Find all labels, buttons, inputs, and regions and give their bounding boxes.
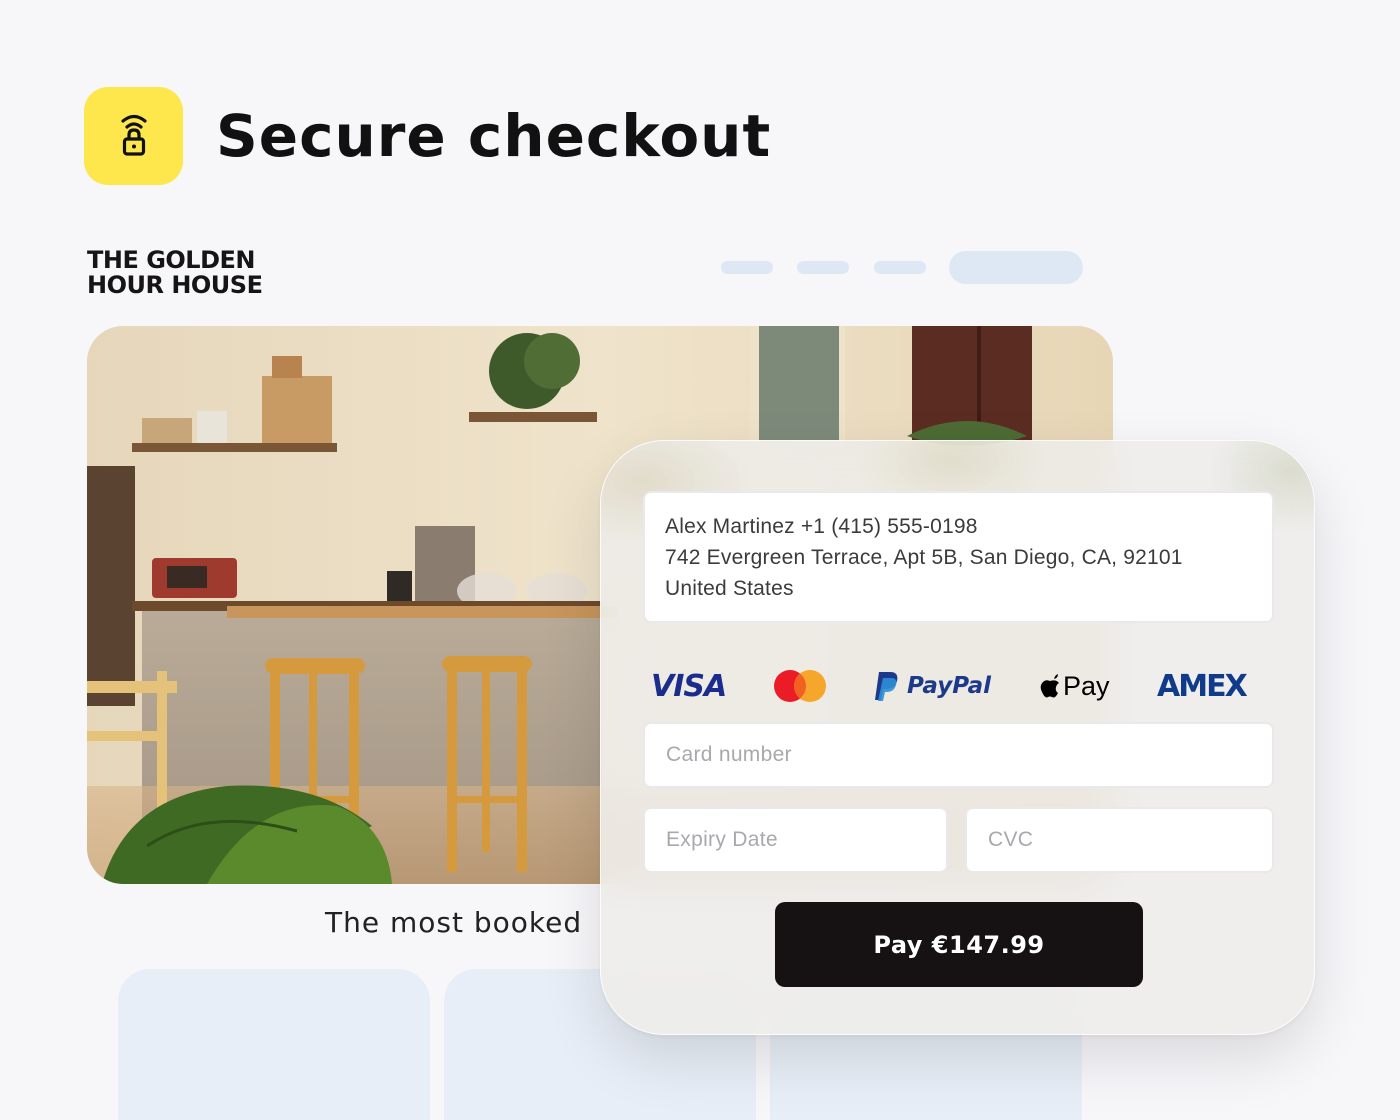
mastercard-logo[interactable] <box>771 666 829 706</box>
nav-placeholder-3[interactable] <box>874 261 926 274</box>
cvc-input[interactable]: CVC <box>965 807 1274 873</box>
visa-label: VISA <box>651 668 727 704</box>
page-title: Secure checkout <box>216 102 772 170</box>
brand-line-2: HOUR HOUSE <box>87 271 263 299</box>
checkout-panel: Alex Martinez +1 (415) 555-0198 742 Ever… <box>600 440 1315 1035</box>
payment-methods: VISA PayPal Pay AMEX <box>651 666 1266 706</box>
address-country: United States <box>665 577 794 600</box>
apple-pay-logo[interactable]: Pay <box>1039 666 1110 706</box>
expiry-date-placeholder: Expiry Date <box>666 828 778 851</box>
amex-logo[interactable]: AMEX <box>1157 666 1248 706</box>
brand-logo[interactable]: THE GOLDEN HOUR HOUSE <box>87 248 287 298</box>
nav-cta-placeholder[interactable] <box>949 251 1083 284</box>
address-name-phone: Alex Martinez +1 (415) 555-0198 <box>665 515 978 538</box>
card-number-input[interactable]: Card number <box>643 722 1274 788</box>
shipping-address-card[interactable]: Alex Martinez +1 (415) 555-0198 742 Ever… <box>643 491 1274 623</box>
tagline: The most booked <box>325 906 583 939</box>
paypal-icon <box>875 672 898 701</box>
expiry-date-input[interactable]: Expiry Date <box>643 807 948 873</box>
cvc-placeholder: CVC <box>988 828 1034 851</box>
apple-pay-label: Pay <box>1063 670 1110 701</box>
apple-icon <box>1040 674 1059 698</box>
nav-placeholder-1[interactable] <box>721 261 773 274</box>
pay-button[interactable]: Pay €147.99 <box>775 902 1143 987</box>
mastercard-icon <box>774 670 826 702</box>
brand-line-1: THE GOLDEN <box>87 246 256 274</box>
address-street: 742 Evergreen Terrace, Apt 5B, San Diego… <box>665 546 1183 569</box>
paypal-label: PayPal <box>907 673 991 699</box>
paypal-logo[interactable]: PayPal <box>873 666 991 706</box>
lock-wifi-icon <box>120 114 147 156</box>
listing-card-placeholder[interactable] <box>118 969 430 1120</box>
nav-placeholder-2[interactable] <box>797 261 849 274</box>
card-number-placeholder: Card number <box>666 743 792 766</box>
visa-logo[interactable]: VISA <box>651 666 727 706</box>
secure-badge <box>84 87 183 185</box>
amex-label: AMEX <box>1157 668 1248 704</box>
